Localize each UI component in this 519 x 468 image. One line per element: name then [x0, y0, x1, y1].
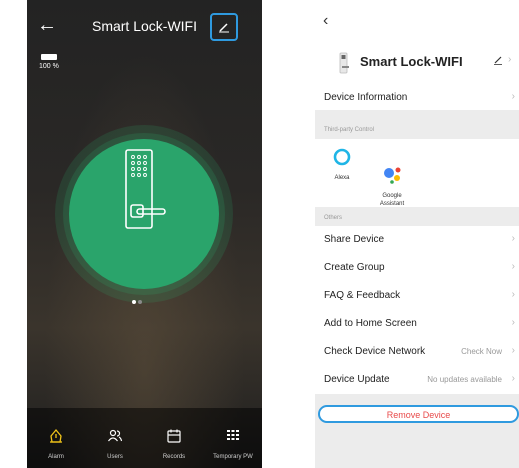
nav-records[interactable]: Records — [145, 408, 203, 468]
pencil-icon — [219, 23, 229, 33]
battery-level: 100 % — [39, 63, 59, 70]
alarm-icon — [50, 428, 62, 443]
page-indicator — [131, 291, 143, 309]
chevron-right-icon: › — [511, 261, 515, 272]
keypad-icon — [227, 430, 239, 440]
add-to-home-screen-row[interactable]: Add to Home Screen › — [315, 310, 519, 338]
share-device-row[interactable]: Share Device › — [315, 226, 519, 254]
third-party-controls: Alexa Google Assistant — [315, 139, 519, 207]
row-label: Share Device — [324, 234, 385, 245]
edit-button[interactable] — [210, 13, 238, 41]
row-label: Device Information — [324, 92, 408, 103]
row-label: Add to Home Screen — [324, 318, 417, 329]
lock-control-screen: ← Smart Lock-WIFI 100 % Alarm Users Reco… — [27, 0, 262, 468]
integration-label: Alexa — [334, 175, 350, 181]
remove-device-button[interactable]: Remove Device — [318, 405, 519, 423]
chevron-right-icon: › — [511, 233, 515, 244]
row-label: Check Device Network — [324, 346, 426, 357]
chevron-right-icon: › — [511, 289, 515, 300]
device-update-row[interactable]: Device Update No updates available › — [315, 366, 519, 394]
row-value: Check Now — [461, 347, 502, 356]
google-assistant-button[interactable]: Google Assistant — [367, 147, 417, 226]
section-header-others: Others — [324, 215, 343, 221]
check-device-network-row[interactable]: Check Device Network Check Now › — [315, 338, 519, 366]
chevron-right-icon: › — [511, 345, 515, 356]
row-value: No updates available — [427, 375, 502, 384]
device-name: Smart Lock-WIFI — [360, 54, 463, 69]
google-assistant-icon — [384, 167, 401, 184]
integration-label: Google Assistant — [379, 193, 405, 207]
faq-feedback-row[interactable]: FAQ & Feedback › — [315, 282, 519, 310]
device-information-row[interactable]: Device Information › — [315, 84, 519, 110]
create-group-row[interactable]: Create Group › — [315, 254, 519, 282]
nav-label: Alarm — [48, 454, 64, 460]
page-dot-active — [132, 300, 136, 304]
device-settings-screen: ‹ Smart Lock-WIFI › Device Information ›… — [315, 0, 519, 468]
page-dot — [138, 300, 142, 304]
nav-temporary-pw[interactable]: Temporary PW — [204, 408, 262, 468]
chevron-right-icon: › — [511, 317, 515, 328]
door-lock-icon — [125, 149, 166, 229]
device-header: ‹ Smart Lock-WIFI › Device Information › — [315, 0, 519, 110]
nav-label: Users — [107, 454, 123, 460]
nav-label: Records — [162, 454, 186, 460]
battery-icon — [41, 54, 57, 60]
chevron-right-icon: › — [511, 373, 515, 384]
smart-lock-device-icon — [339, 52, 349, 74]
nav-label: Temporary PW — [213, 454, 253, 460]
calendar-icon — [167, 429, 181, 443]
remove-device-label: Remove Device — [386, 410, 451, 420]
chevron-right-icon: › — [508, 54, 512, 65]
back-chevron-icon[interactable]: ‹ — [323, 12, 328, 30]
section-header-third-party: Third-party Control — [324, 127, 375, 133]
row-label: FAQ & Feedback — [324, 290, 401, 301]
row-label: Device Update — [324, 374, 390, 385]
bottom-nav: Alarm Users Records Temporary PW — [27, 408, 262, 468]
row-label: Create Group — [324, 262, 385, 273]
top-bar: ← Smart Lock-WIFI — [27, 0, 262, 48]
chevron-right-icon: › — [511, 91, 515, 102]
users-icon — [108, 429, 123, 442]
nav-users[interactable]: Users — [86, 408, 144, 468]
pencil-icon[interactable] — [493, 55, 503, 65]
nav-alarm[interactable]: Alarm — [27, 408, 85, 468]
alexa-button[interactable]: Alexa — [317, 147, 367, 182]
alexa-icon — [333, 148, 351, 166]
